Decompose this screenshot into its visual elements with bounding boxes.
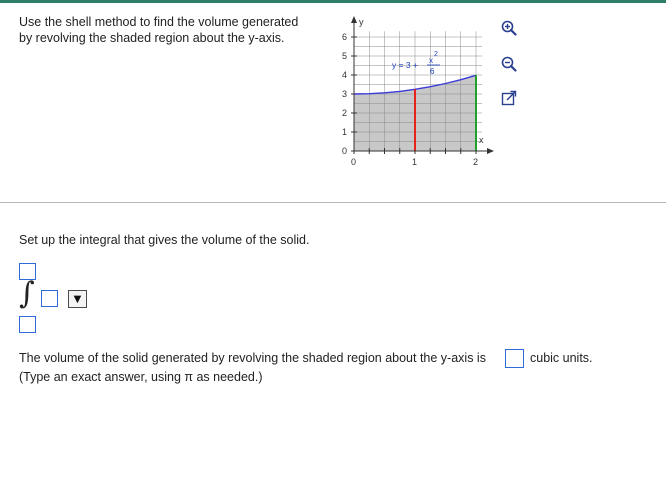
volume-prompt: The volume of the solid generated by rev… [19,351,486,365]
zoom-out-icon [501,56,517,72]
question-text: Use the shell method to find the volume … [19,14,319,46]
x-tick-label: 1 [412,157,417,167]
differential-dropdown[interactable]: ▼ [68,290,87,308]
volume-answer-input[interactable] [505,349,524,368]
popout-button[interactable] [498,87,520,109]
x-tick-label: 0 [351,157,356,167]
equation-numerator: x [429,56,433,65]
y-axis-label: y [359,17,364,27]
integral-sign: ∫ [19,276,35,311]
integrand-input[interactable] [41,290,58,307]
top-accent-bar [0,0,666,3]
question-line-1: Use the shell method to find the volume … [19,15,299,29]
section-divider [0,202,666,203]
y-tick-label: 2 [342,108,347,118]
zoom-in-icon [501,20,517,36]
units-label: cubic units. [530,351,593,365]
y-tick-label: 3 [342,89,347,99]
chevron-down-icon: ▼ [73,293,82,305]
setup-instruction: Set up the integral that gives the volum… [19,233,310,247]
lower-limit-input[interactable] [19,316,36,333]
y-axis-arrow [351,16,357,23]
x-tick-label: 2 [473,157,478,167]
y-tick-label: 0 [342,146,347,156]
curve-equation: y = 3 + x 2 6 [392,51,440,76]
popout-icon [501,90,517,106]
x-axis-label: x [479,135,484,145]
y-tick-label: 4 [342,70,347,80]
answer-hint: (Type an exact answer, using π as needed… [19,370,263,384]
region-graph: y x 0 1 2 3 4 5 6 0 1 2 y = 3 + x 2 6 [342,16,494,167]
y-tick-label: 1 [342,127,347,137]
question-line-2: by revolving the shaded region about the… [19,31,285,45]
y-tick-label: 5 [342,51,347,61]
y-tick-label: 6 [342,32,347,42]
zoom-out-button[interactable] [498,53,520,75]
equation-exponent: 2 [434,51,438,58]
zoom-in-button[interactable] [498,17,520,39]
x-axis-arrow [487,148,494,154]
equation-prefix: y = 3 + [392,60,418,70]
equation-denominator: 6 [430,67,435,76]
